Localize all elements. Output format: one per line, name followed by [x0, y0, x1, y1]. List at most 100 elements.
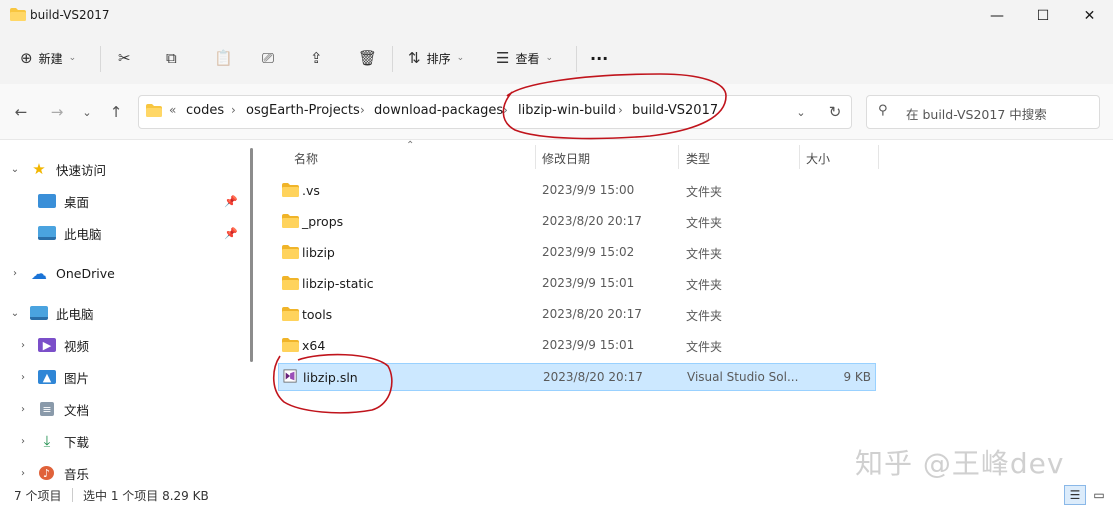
file-row[interactable]: tools 2023/8/20 20:17 文件夹	[278, 301, 876, 329]
sidebar-item-label: 此电脑	[56, 306, 94, 322]
sidebar-scrollbar[interactable]	[250, 148, 253, 362]
file-name: libzip-static	[302, 276, 374, 291]
breadcrumb-separator[interactable]: ›	[231, 103, 236, 117]
refresh-button[interactable]: ↻	[822, 98, 848, 126]
plus-circle-icon: ⊕	[20, 48, 33, 67]
chevron-right-icon[interactable]: ›	[16, 372, 30, 383]
breadcrumb-item[interactable]: osgEarth-Projects	[246, 103, 360, 118]
file-modified: 2023/8/20 20:17	[543, 370, 643, 384]
sort-icon: ⇅	[408, 48, 421, 67]
folder-icon	[282, 276, 299, 290]
sidebar-item-label: 音乐	[64, 466, 90, 482]
view-list-icon: ☰	[496, 48, 510, 67]
column-header-name[interactable]: 名称	[294, 150, 318, 167]
file-row[interactable]: libzip 2023/9/9 15:02 文件夹	[278, 239, 876, 267]
file-type: 文件夹	[686, 278, 723, 292]
chevron-right-icon[interactable]: ›	[16, 436, 30, 447]
file-row[interactable]: .vs 2023/9/9 15:00 文件夹	[278, 177, 876, 205]
sidebar-item-label: 图片	[64, 370, 90, 386]
breadcrumb-item[interactable]: download-packages	[374, 103, 503, 118]
breadcrumb-item[interactable]: libzip-win-build	[518, 103, 616, 118]
file-name: tools	[302, 307, 333, 322]
rename-button[interactable]: ⎚	[262, 44, 274, 72]
sidebar-item-documents[interactable]: › ≡ 文档	[16, 394, 89, 424]
chevron-right-icon[interactable]: ›	[16, 404, 30, 415]
breadcrumb-separator[interactable]: ›	[618, 103, 623, 117]
breadcrumb-separator[interactable]: ›	[503, 103, 508, 117]
divider	[100, 46, 101, 72]
file-name: libzip	[302, 245, 335, 260]
new-button[interactable]: ⊕ 新建 ⌄	[20, 44, 76, 72]
details-view-icon: ☰	[1069, 488, 1081, 502]
music-icon: ♪	[39, 466, 54, 480]
file-name: .vs	[302, 183, 320, 198]
details-view-button[interactable]: ☰	[1064, 485, 1086, 505]
picture-icon: ▲	[38, 370, 56, 384]
new-label: 新建	[38, 51, 63, 66]
chevron-down-icon[interactable]: ⌄	[8, 308, 22, 319]
column-header-type[interactable]: 类型	[686, 150, 710, 167]
sidebar-item-label: 文档	[64, 402, 90, 418]
recent-locations-button[interactable]: ⌄	[74, 98, 100, 126]
sidebar-item-this-pc-pinned[interactable]: 此电脑 📌	[38, 218, 244, 248]
file-type: 文件夹	[686, 247, 723, 261]
sidebar-item-label: 快速访问	[56, 162, 107, 178]
minimize-glyph-button[interactable]: —	[974, 0, 1020, 32]
file-modified: 2023/8/20 20:17	[542, 214, 642, 228]
large-icons-view-button[interactable]: ▭	[1088, 485, 1110, 505]
file-type: 文件夹	[686, 340, 723, 354]
sidebar-item-pictures[interactable]: › ▲ 图片	[16, 362, 89, 392]
column-divider[interactable]	[535, 145, 536, 169]
column-header-modified[interactable]: 修改日期	[542, 150, 590, 167]
address-dropdown-button[interactable]: ⌄	[788, 98, 814, 126]
forward-button[interactable]: →	[44, 98, 70, 126]
sidebar-item-videos[interactable]: › ▶ 视频	[16, 330, 89, 360]
chevron-right-icon[interactable]: ›	[8, 268, 22, 279]
sidebar-item-downloads[interactable]: › ⤓ 下载	[16, 426, 89, 456]
file-name: x64	[302, 338, 326, 353]
divider	[576, 46, 577, 72]
close-button[interactable]: ✕	[1066, 0, 1113, 32]
trash-icon: 🗑	[358, 48, 378, 67]
breadcrumb-item[interactable]: codes	[186, 103, 224, 118]
sort-button[interactable]: ⇅ 排序 ⌄	[408, 44, 464, 72]
file-row[interactable]: _props 2023/8/20 20:17 文件夹	[278, 208, 876, 236]
up-button[interactable]: ↑	[103, 98, 129, 126]
folder-icon	[146, 104, 162, 117]
arrow-left-icon: ←	[14, 103, 28, 121]
view-button[interactable]: ☰ 查看 ⌄	[496, 44, 553, 72]
sidebar-item-quick-access[interactable]: ⌄ ★ 快速访问	[8, 154, 106, 184]
cloud-icon: ☁	[31, 263, 47, 283]
overflow-chevron[interactable]: «	[169, 103, 176, 117]
pin-icon: 📌	[224, 194, 238, 208]
back-button[interactable]: ←	[8, 98, 34, 126]
sidebar-item-desktop[interactable]: 桌面 📌	[38, 186, 244, 216]
file-name: _props	[302, 214, 344, 229]
column-divider[interactable]	[678, 145, 679, 169]
paste-button[interactable]: 📋	[214, 44, 233, 72]
file-row[interactable]: x64 2023/9/9 15:01 文件夹	[278, 332, 876, 360]
file-modified: 2023/8/20 20:17	[542, 307, 642, 321]
chevron-right-icon[interactable]: ›	[16, 340, 30, 351]
chevron-down-icon[interactable]: ⌄	[8, 164, 22, 175]
share-icon: ⇪	[310, 48, 323, 67]
cut-button[interactable]: ✂	[118, 44, 131, 72]
copy-button[interactable]: ⧉	[166, 44, 177, 72]
more-button[interactable]: ···	[590, 44, 608, 72]
file-row-selected[interactable]: libzip.sln 2023/8/20 20:17 Visual Studio…	[278, 363, 876, 391]
column-divider[interactable]	[799, 145, 800, 169]
folder-icon	[282, 245, 299, 259]
column-header-size[interactable]: 大小	[806, 150, 830, 167]
breadcrumb-current[interactable]: build-VS2017	[632, 103, 718, 118]
sidebar-item-this-pc[interactable]: ⌄ 此电脑	[8, 298, 94, 328]
maximize-button[interactable]: ☐	[1020, 0, 1066, 32]
column-divider[interactable]	[878, 145, 879, 169]
file-row[interactable]: libzip-static 2023/9/9 15:01 文件夹	[278, 270, 876, 298]
breadcrumb-separator[interactable]: ›	[360, 103, 365, 117]
share-button[interactable]: ⇪	[310, 44, 323, 72]
folder-icon	[282, 183, 299, 197]
chevron-right-icon[interactable]: ›	[16, 468, 30, 479]
sidebar-item-onedrive[interactable]: › ☁ OneDrive	[8, 258, 115, 288]
file-modified: 2023/9/9 15:01	[542, 338, 635, 352]
delete-button[interactable]: 🗑	[358, 44, 377, 72]
